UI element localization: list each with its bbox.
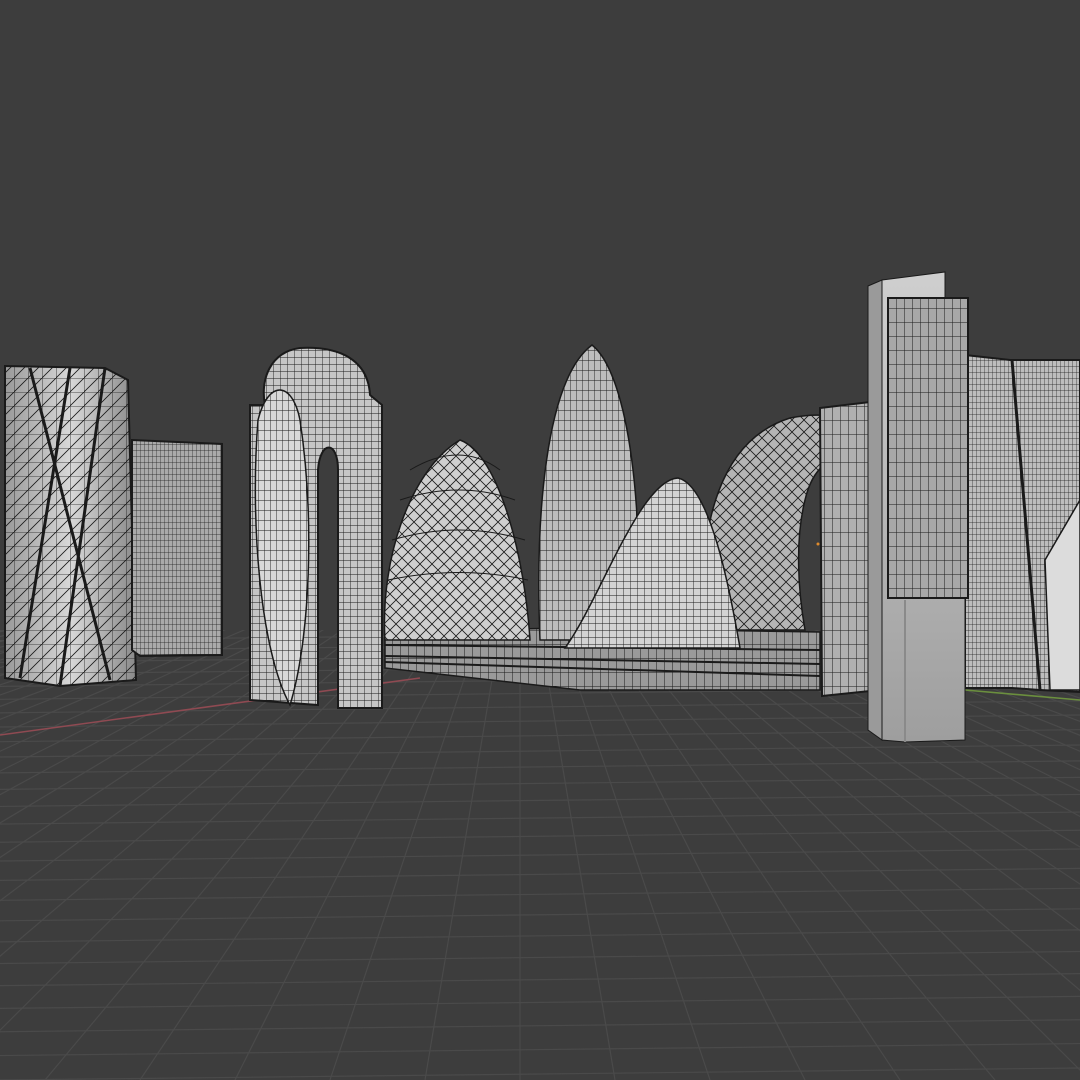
twisted-tower[interactable] — [4, 364, 138, 688]
leaning-tower[interactable] — [964, 353, 1080, 694]
arch-tower[interactable] — [249, 346, 383, 709]
origin-marker — [816, 542, 820, 546]
3d-viewport[interactable] — [0, 0, 1080, 1080]
slab-tower-small[interactable] — [131, 438, 223, 658]
viewport-canvas[interactable] — [0, 0, 1080, 1080]
cross-tower-selected[interactable] — [867, 271, 969, 743]
